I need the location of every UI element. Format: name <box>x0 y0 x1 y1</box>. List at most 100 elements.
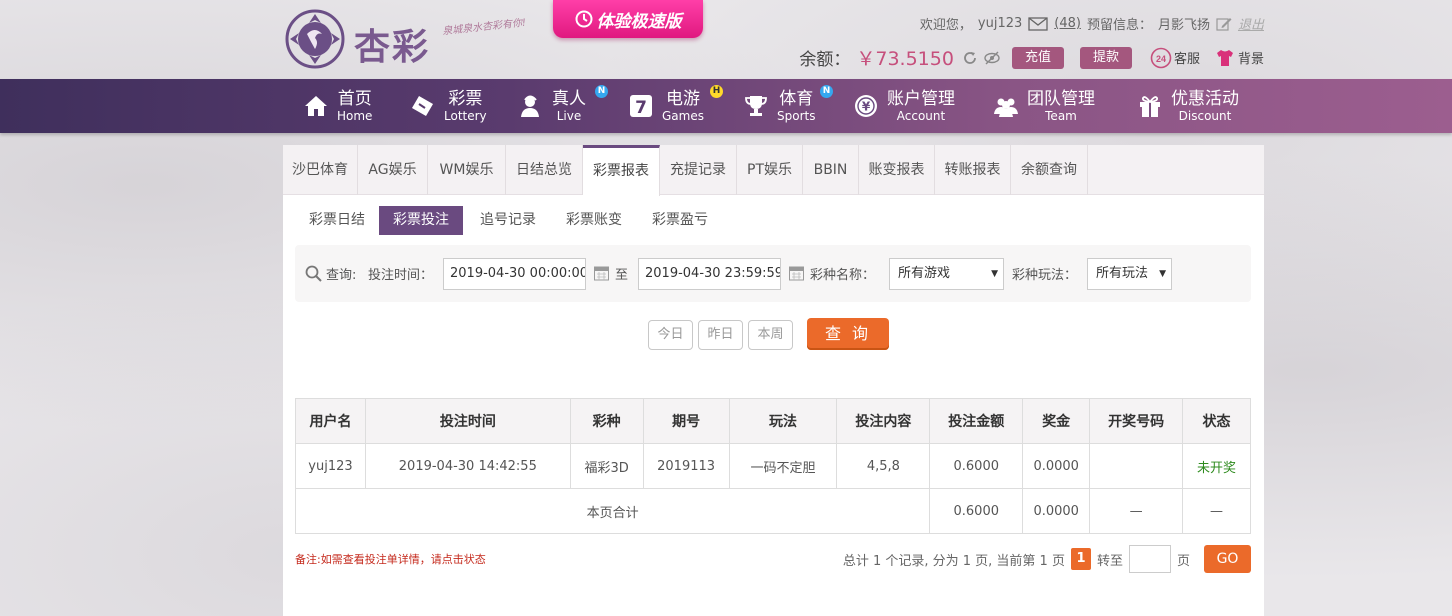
cell-bonus: 0.0000 <box>1022 443 1091 489</box>
tab-balance-query[interactable]: 余额查询 <box>1011 145 1088 195</box>
search-button[interactable]: 查 询 <box>807 318 889 350</box>
tab-lottery-report[interactable]: 彩票报表 <box>583 145 660 196</box>
nav-sublabel: Sports <box>777 108 816 123</box>
current-page-button[interactable]: 1 <box>1070 548 1091 570</box>
nav-live[interactable]: 真人 Live N <box>518 79 608 133</box>
nav-account[interactable]: ¥ 账户管理 Account <box>853 79 955 133</box>
tab-wm[interactable]: WM娱乐 <box>428 145 506 195</box>
nav-discount[interactable]: 优惠活动 Discount <box>1137 79 1239 133</box>
cell-username: yuj123 <box>295 443 366 489</box>
tab-deposit-records[interactable]: 充提记录 <box>660 145 737 195</box>
nav-label: 真人 <box>552 88 586 109</box>
dealer-icon <box>521 95 539 117</box>
withdraw-button[interactable]: 提款 <box>1079 46 1132 69</box>
customer-service-label: 客服 <box>1173 52 1200 67</box>
nav-sports[interactable]: 体育 Sports N <box>743 79 833 133</box>
nav-sublabel: Account <box>896 108 946 123</box>
game-select[interactable]: 所有游戏 ▼ <box>889 258 1004 290</box>
game-name-label: 彩种名称： <box>810 268 876 283</box>
today-button[interactable]: 今日 <box>648 320 693 350</box>
nav-sublabel: Lottery <box>444 108 487 123</box>
subtab-lottery-bets[interactable]: 彩票投注 <box>379 206 463 235</box>
subtab-lottery-daily[interactable]: 彩票日结 <box>295 206 379 235</box>
brand-name: 杏彩 <box>354 26 431 68</box>
table-total-row: 本页合计 0.6000 0.0000 — — <box>294 488 1251 534</box>
total-amount: 0.6000 <box>929 488 1024 534</box>
hot-badge: H <box>710 85 723 98</box>
tab-transfer-report[interactable]: 转账报表 <box>935 145 1011 195</box>
tab-daily-overview[interactable]: 日结总览 <box>506 145 583 195</box>
dropdown-arrow-icon: ▼ <box>1159 269 1166 279</box>
nav-team[interactable]: 团队管理 Team <box>993 79 1095 133</box>
refresh-icon[interactable] <box>962 50 978 66</box>
welcome-text: 欢迎您， <box>919 18 972 33</box>
start-date-input[interactable]: 2019-04-30 00:00:00 <box>443 258 586 290</box>
calendar-icon[interactable] <box>789 265 804 281</box>
hide-balance-icon[interactable] <box>984 50 1000 66</box>
cell-bet-time: 2019-04-30 14:42:55 <box>364 443 571 489</box>
clock-icon <box>575 10 592 28</box>
table-header-row: 用户名 投注时间 彩种 期号 玩法 投注内容 投注金额 奖金 开奖号码 状态 <box>295 398 1251 444</box>
deposit-button[interactable]: 充值 <box>1011 46 1064 69</box>
balance-line: 余额： ￥73.5150 充值 提款 24 客服 背景 <box>799 44 1264 71</box>
brand-logo[interactable]: 杏彩 泉城泉水杏彩有你! <box>284 8 527 72</box>
service-24h-icon: 24 <box>1150 47 1172 68</box>
subtab-chase-records[interactable]: 追号记录 <box>466 206 550 235</box>
cell-content: 4,5,8 <box>836 443 931 489</box>
nav-label: 团队管理 <box>1027 88 1095 109</box>
go-button[interactable]: GO <box>1204 545 1251 573</box>
svg-text:24: 24 <box>1156 54 1166 64</box>
tab-bbin[interactable]: BBIN <box>803 145 859 195</box>
nav-games[interactable]: 7 电游 Games H <box>628 79 723 133</box>
nav-sublabel: Games <box>662 108 704 123</box>
tshirt-icon <box>1216 49 1233 66</box>
cell-play: 一码不定胆 <box>728 443 838 489</box>
tab-saba-sports[interactable]: 沙巴体育 <box>283 145 358 195</box>
calendar-icon[interactable] <box>594 265 609 281</box>
svg-text:¥: ¥ <box>862 100 871 114</box>
nav-lottery[interactable]: 彩票 Lottery <box>410 79 487 133</box>
filter-bar: 查询: 投注时间： 2019-04-30 00:00:00 至 2019-04-… <box>295 245 1251 302</box>
speed-version-button[interactable]: 体验极速版 <box>553 0 703 38</box>
top-header: 杏彩 泉城泉水杏彩有你! 体验极速版 欢迎您， yuj123 (48) 预留信息… <box>0 0 1452 79</box>
column-header: 投注内容 <box>836 398 931 444</box>
pagination-summary: 总计 1 个记录, 分为 1 页, 当前第 1 页 <box>842 553 1065 569</box>
column-header: 彩种 <box>569 398 644 444</box>
edit-icon[interactable] <box>1216 16 1232 32</box>
subtab-lottery-changes[interactable]: 彩票账变 <box>552 206 636 235</box>
page-unit-label: 页 <box>1176 553 1190 569</box>
column-header: 用户名 <box>295 398 366 444</box>
tab-ag[interactable]: AG娱乐 <box>358 145 428 195</box>
balance-value: ￥73.5150 <box>856 48 954 70</box>
message-count-link[interactable]: (48) <box>1054 16 1081 31</box>
team-icon <box>994 98 1018 117</box>
report-panel: 沙巴体育 AG娱乐 WM娱乐 日结总览 彩票报表 充提记录 PT娱乐 BBIN … <box>283 145 1264 616</box>
column-header: 期号 <box>642 398 730 444</box>
column-header: 开奖号码 <box>1089 398 1184 444</box>
this-week-button[interactable]: 本周 <box>748 320 793 350</box>
goto-page-input[interactable] <box>1128 545 1171 573</box>
to-label: 至 <box>615 268 629 283</box>
status-link[interactable]: 未开奖 <box>1182 443 1251 489</box>
tab-pt[interactable]: PT娱乐 <box>737 145 803 195</box>
yesterday-button[interactable]: 昨日 <box>698 320 743 350</box>
reserve-info-label: 预留信息： <box>1086 18 1152 33</box>
column-header: 投注金额 <box>929 398 1024 444</box>
play-select[interactable]: 所有玩法 ▼ <box>1087 258 1172 290</box>
skin-button[interactable]: 背景 <box>1214 47 1264 69</box>
nav-home[interactable]: 首页 Home <box>303 79 372 133</box>
end-date-input[interactable]: 2019-04-30 23:59:59 <box>638 258 781 290</box>
total-status: — <box>1182 488 1251 534</box>
tab-account-change[interactable]: 账变报表 <box>859 145 935 195</box>
gift-icon <box>1140 96 1160 117</box>
cell-draw-numbers <box>1089 443 1184 489</box>
customer-service-button[interactable]: 24 客服 <box>1150 47 1200 69</box>
subtab-lottery-pnl[interactable]: 彩票盈亏 <box>638 206 722 235</box>
mail-icon[interactable] <box>1028 16 1048 31</box>
brand-slogan: 泉城泉水杏彩有你! <box>441 17 527 38</box>
logout-link[interactable]: 退出 <box>1238 14 1264 33</box>
bets-table: 用户名 投注时间 彩种 期号 玩法 投注内容 投注金额 奖金 开奖号码 状态 y… <box>294 398 1251 534</box>
column-header: 玩法 <box>728 398 838 444</box>
nav-sublabel: Team <box>1045 108 1077 123</box>
nav-label: 账户管理 <box>887 88 955 109</box>
